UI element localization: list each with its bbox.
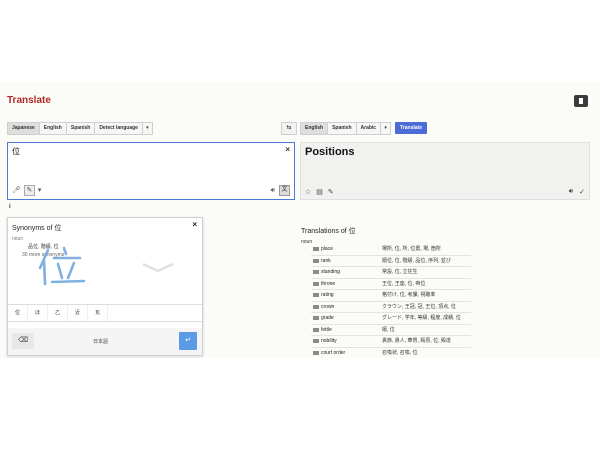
frequency-bar-icon (313, 270, 319, 274)
listen-translation-icon[interactable]: 🔊︎ (569, 188, 573, 196)
dictionary-translations: 嬉, 位 (382, 326, 395, 333)
source-tools: 🎤︎ ✎ ▾ (12, 185, 41, 196)
enter-icon[interactable]: ↵ (179, 332, 197, 350)
dictionary-row: standing 常設, 位, 立往生 (311, 267, 471, 279)
candidate-5[interactable]: 瓦 (88, 305, 108, 321)
script-icon[interactable]: 文 (279, 185, 290, 196)
source-lang-japanese[interactable]: Japanese (7, 122, 40, 135)
copy-icon[interactable]: ▤ (316, 188, 323, 196)
dictionary-translations: 順位, 位, 階級, 品位, 序列, 並び (382, 257, 451, 264)
source-lang-dropdown-icon[interactable]: ▾ (141, 122, 153, 135)
listen-icon[interactable]: 🔊︎ (271, 186, 275, 195)
backspace-icon[interactable]: ⌫ (12, 333, 34, 349)
info-icon[interactable]: i (9, 204, 11, 210)
edit-icon[interactable]: ✎ (328, 188, 334, 196)
dictionary-word[interactable]: place (321, 244, 333, 254)
dictionary-row: nobility 貴族, 貴人, 華胄, 殿原, 位, 殿達 (311, 336, 471, 348)
source-language-bar: Japanese English Spanish Detect language… (7, 122, 153, 135)
ime-language-label[interactable]: 日本語 (93, 338, 108, 345)
candidate-1[interactable]: 位 (8, 305, 28, 321)
source-lang-detect[interactable]: Detect language (94, 122, 143, 135)
frequency-bar-icon (313, 247, 319, 251)
frequency-bar-icon (313, 339, 319, 343)
frequency-bar-icon (313, 304, 319, 309)
dictionary-row: rating 格付け, 位, 考課, 視聴率 (311, 290, 471, 302)
collapse-chevron-icon (142, 262, 174, 273)
target-language-bar: English Spanish Arabic ▾ (300, 122, 392, 135)
handwriting-canvas[interactable] (8, 218, 202, 302)
handwriting-stroke (38, 246, 86, 286)
dictionary-table: place 場所, 位, 所, 位置, 場, 箇所 rank 順位, 位, 階級, 品… (311, 244, 471, 358)
dictionary-translations: 格付け, 位, 考課, 視聴率 (382, 292, 436, 298)
dictionary-word[interactable]: standing (321, 267, 340, 277)
dictionary-row: place 場所, 位, 所, 位置, 場, 箇所 (311, 244, 471, 256)
target-lang-arabic[interactable]: Arabic (355, 122, 382, 135)
candidate-2[interactable]: ほ (28, 305, 48, 321)
dictionary-translations: 貴族, 貴人, 華胄, 殿原, 位, 殿達 (382, 338, 451, 344)
dictionary-word[interactable]: crown (321, 302, 334, 312)
source-text[interactable]: 位 (12, 146, 20, 157)
star-icon[interactable]: ☆ (305, 188, 311, 196)
dictionary-row: throne 王位, 王座, 位, 帝位 (311, 279, 471, 290)
check-icon[interactable]: ✓ (579, 188, 585, 196)
book-icon[interactable] (574, 95, 588, 107)
dictionary-translations: グレード, 学年, 等級, 程度, 成績, 位 (382, 315, 461, 321)
result-tools: ☆ ▤ ✎ (305, 188, 334, 196)
clear-icon[interactable]: × (285, 145, 290, 154)
dictionary-translations: クラウン, 王冠, 冠, 王位, 頂点, 位 (382, 303, 456, 310)
target-lang-spanish[interactable]: Spanish (327, 122, 357, 135)
target-lang-dropdown-icon[interactable]: ▾ (380, 122, 392, 135)
target-lang-english[interactable]: English (300, 122, 329, 135)
source-lang-spanish[interactable]: Spanish (65, 122, 96, 135)
dictionary-title: Translations of 位 (301, 228, 356, 235)
translation-text: Positions (305, 146, 355, 158)
translate-app: Translate Japanese English Spanish Detec… (0, 82, 600, 358)
dictionary-word[interactable]: grade (321, 313, 334, 323)
dictionary-word[interactable]: throne (321, 279, 335, 289)
dictionary-translations: 場所, 位, 所, 位置, 場, 箇所 (382, 246, 441, 252)
frequency-bar-icon (313, 316, 319, 320)
frequency-bar-icon (313, 327, 319, 332)
dictionary-translations: 王位, 王座, 位, 帝位 (382, 280, 426, 287)
dictionary-word[interactable]: rating (321, 290, 334, 300)
candidate-4[interactable]: 近 (68, 305, 88, 321)
dictionary-word[interactable]: fettle (321, 325, 332, 335)
dictionary-translations: 召喚状, 召喚, 位 (382, 349, 418, 356)
input-tools-dropdown-icon[interactable]: ▾ (38, 186, 42, 195)
dictionary-word[interactable]: rank (321, 256, 331, 266)
frequency-bar-icon (313, 350, 319, 355)
handwriting-controls: ⌫ 日本語 ↵ (8, 328, 202, 355)
source-text-area[interactable]: 位 × 🎤︎ ✎ ▾ 🔊︎ 文 (7, 142, 295, 200)
translation-result-area: Positions ☆ ▤ ✎ 🔊︎ ✓ (300, 142, 590, 200)
frequency-bar-icon (313, 293, 319, 297)
frequency-bar-icon (313, 281, 319, 286)
dictionary-word[interactable]: nobility (321, 336, 337, 346)
swap-languages-icon[interactable]: ⇆ (281, 122, 297, 135)
source-lang-english[interactable]: English (38, 122, 67, 135)
dictionary-word[interactable]: court order (321, 348, 345, 358)
dictionary-row: rank 順位, 位, 階級, 品位, 序列, 並び (311, 256, 471, 267)
dictionary-row: crown クラウン, 王冠, 冠, 王位, 頂点, 位 (311, 302, 471, 313)
frequency-bar-icon (313, 258, 319, 263)
translate-button[interactable]: Translate (395, 122, 427, 134)
page-title: Translate (7, 95, 51, 106)
candidate-row: 位 ほ 乙 近 瓦 (8, 304, 202, 322)
result-right-tools: 🔊︎ ✓ (569, 188, 585, 196)
dictionary-row: grade グレード, 学年, 等級, 程度, 成績, 位 (311, 313, 471, 325)
dictionary-row: court order 召喚状, 召喚, 位 (311, 348, 471, 359)
handwriting-panel: Synonyms of 位 × noun 品位, 階級, 位 30 more s… (7, 217, 203, 356)
handwriting-icon[interactable]: ✎ (23, 185, 35, 196)
microphone-icon[interactable]: 🎤︎ (12, 186, 21, 195)
dictionary-translations: 常設, 位, 立往生 (382, 269, 418, 275)
dictionary-row: fettle 嬉, 位 (311, 325, 471, 336)
candidate-3[interactable]: 乙 (48, 305, 68, 321)
source-right-tools: 🔊︎ 文 (271, 185, 290, 196)
